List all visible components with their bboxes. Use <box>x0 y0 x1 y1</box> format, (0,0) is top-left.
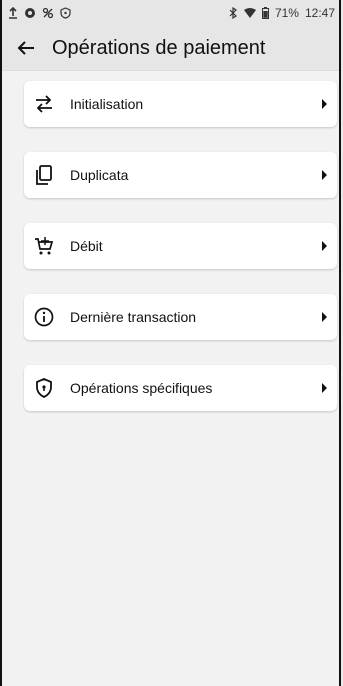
bluetooth-icon <box>229 7 238 19</box>
menu-item-derniere-transaction[interactable]: Dernière transaction <box>24 294 337 340</box>
shield-icon <box>32 376 56 400</box>
upload-icon <box>8 7 18 19</box>
menu-item-initialisation[interactable]: Initialisation <box>24 81 337 127</box>
battery-percent: 71% <box>274 6 299 20</box>
wifi-icon <box>243 8 256 18</box>
battery-icon <box>261 7 269 19</box>
arrow-left-icon <box>17 41 34 55</box>
chevron-right-icon <box>322 170 327 180</box>
menu-item-label: Duplicata <box>70 167 129 183</box>
link-icon <box>42 7 54 19</box>
status-right: 71% 12:47 <box>229 6 335 20</box>
app-bar: Opérations de paiement <box>2 26 339 71</box>
shield-status-icon <box>60 7 71 19</box>
menu-item-duplicata[interactable]: Duplicata <box>24 152 337 198</box>
menu-item-label: Débit <box>70 238 103 254</box>
status-left <box>8 7 71 19</box>
menu-item-label: Initialisation <box>70 96 144 112</box>
menu-item-operations-specifiques[interactable]: Opérations spécifiques <box>24 365 337 411</box>
chevron-right-icon <box>322 383 327 393</box>
chevron-right-icon <box>322 241 327 251</box>
phone-screen: 71% 12:47 Opérations de paiement Initial… <box>0 0 341 686</box>
chevron-right-icon <box>322 312 327 322</box>
status-bar: 71% 12:47 <box>2 0 339 26</box>
info-icon <box>32 305 56 329</box>
swap-arrows-icon <box>32 92 56 116</box>
chevron-right-icon <box>322 99 327 109</box>
copy-icon <box>32 163 56 187</box>
menu-item-debit[interactable]: Débit <box>24 223 337 269</box>
page-title: Opérations de paiement <box>52 36 266 59</box>
menu-list: Initialisation Duplicata Débit Dernière … <box>2 71 339 411</box>
cart-add-icon <box>32 234 56 258</box>
menu-item-label: Opérations spécifiques <box>70 380 213 396</box>
menu-item-label: Dernière transaction <box>70 309 197 325</box>
back-button[interactable] <box>12 34 40 62</box>
sync-icon <box>24 7 36 19</box>
clock: 12:47 <box>304 6 335 20</box>
